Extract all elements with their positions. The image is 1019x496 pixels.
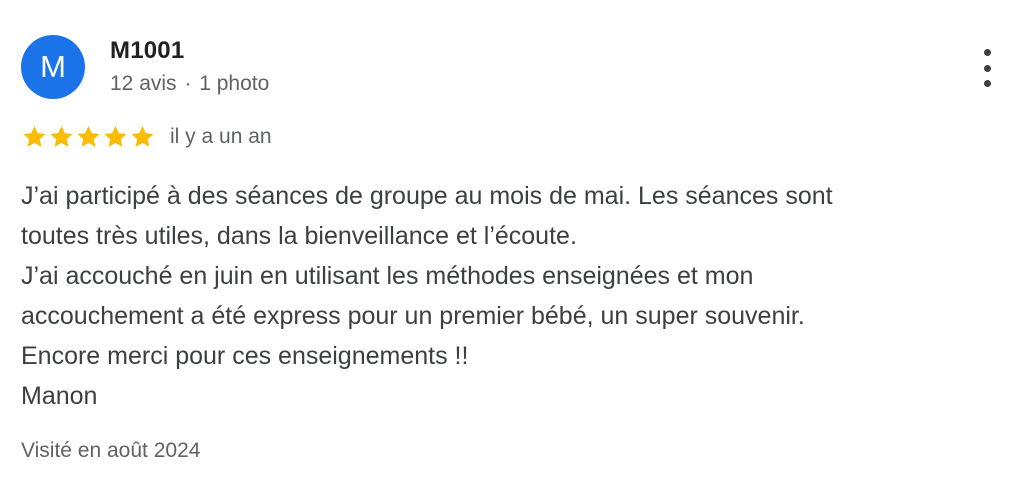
review-text-line: J’ai participé à des séances de groupe a…: [21, 182, 833, 210]
star-icon: [75, 124, 102, 150]
review-text: J’ai participé à des séances de groupe a…: [21, 176, 981, 416]
rating-row: il y a un an: [21, 122, 272, 152]
author-name[interactable]: M1001: [110, 37, 184, 65]
avatar[interactable]: M: [21, 35, 85, 99]
star-icon: [102, 124, 129, 150]
review-header: M M1001 12 avis · 1 photo: [21, 35, 1001, 101]
author-meta: 12 avis · 1 photo: [110, 72, 269, 96]
photo-count: 1 photo: [199, 72, 270, 95]
meta-separator: ·: [184, 72, 192, 95]
visit-date: Visité en août 2024: [21, 439, 201, 462]
review-text-line: Encore merci pour ces enseignements !!: [21, 342, 469, 370]
more-dot: [983, 80, 991, 87]
star-icon: [129, 124, 156, 150]
review-text-line: accouchement a été express pour un premi…: [21, 302, 805, 330]
review-card: M M1001 12 avis · 1 photo il y a un an J…: [0, 0, 1019, 496]
star-icon: [48, 124, 75, 150]
review-text-line: J’ai accouché en juin en utilisant les m…: [21, 262, 754, 290]
avatar-initial: M: [40, 49, 66, 84]
more-vert-icon[interactable]: [977, 49, 997, 87]
review-text-line: toutes très utiles, dans la bienveillanc…: [21, 222, 577, 250]
more-dot: [983, 64, 991, 72]
review-count: 12 avis: [110, 72, 177, 95]
star-rating: [21, 124, 156, 150]
review-date: il y a un an: [170, 125, 272, 148]
review-text-line: Manon: [21, 382, 98, 410]
star-icon: [21, 124, 48, 150]
more-dot: [983, 49, 991, 56]
